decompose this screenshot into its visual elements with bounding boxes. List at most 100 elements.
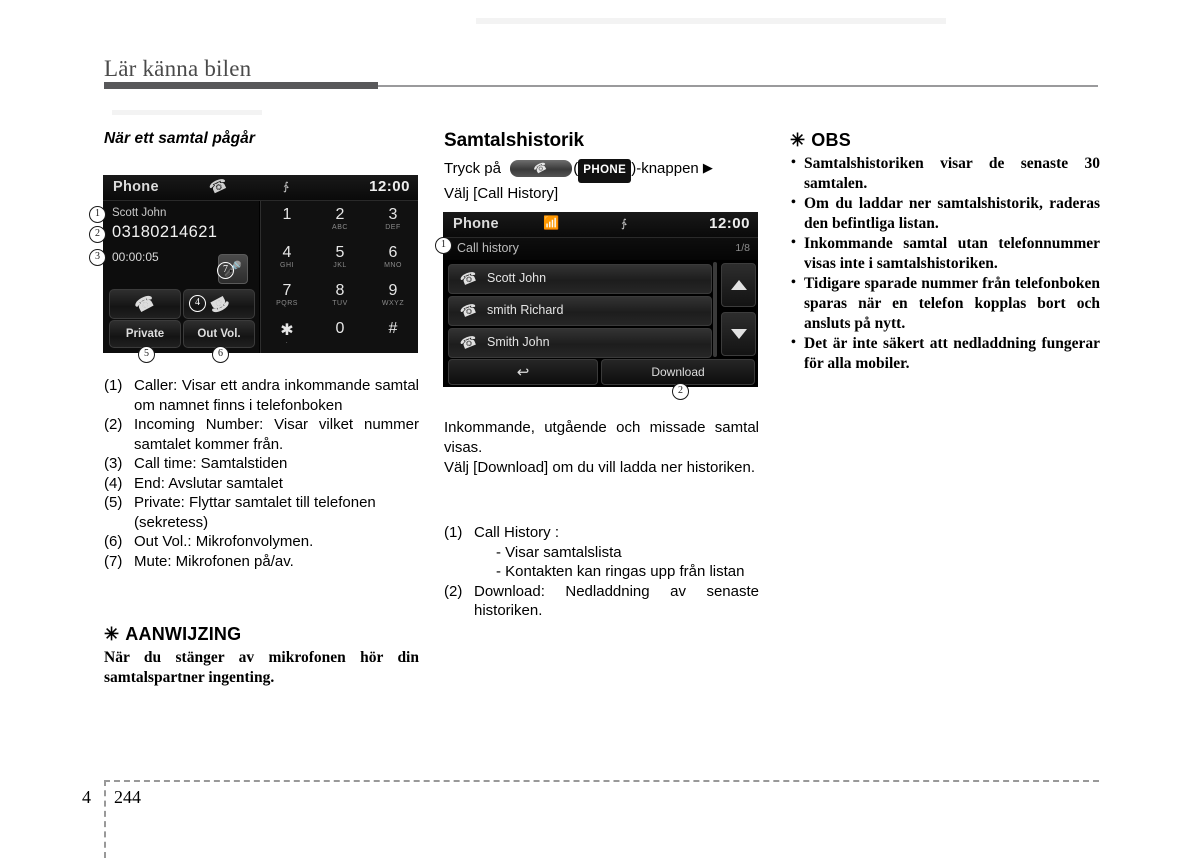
list-item-marker: (2) [444,582,463,600]
screen1-status-bar: Phone ☎ ∱ 12:00 [103,175,418,201]
list-item: (1) Caller: Visar ett andra inkommande s… [104,376,419,415]
scroll-up-icon [730,280,747,290]
header-rule-light [378,85,1098,87]
asterisk-icon: ✳ [104,624,120,644]
usb-icon: ∱ [283,181,289,193]
keypad-digit: 9 [388,282,398,299]
header-rule-dark [104,82,378,89]
list-item: (2) Download: Nedladdning av senaste his… [444,582,759,621]
list-item-text: Call History : [474,524,560,541]
call-history-row[interactable]: ☎ Smith John [448,328,712,358]
keypad-key[interactable]: 3 DEF [367,201,418,239]
keypad-digit: 1 [282,206,292,223]
incoming-call-icon: ☎ [457,331,480,353]
missed-call-icon: ☎ [457,267,480,289]
keypad-sub: MNO [384,262,402,269]
list-item: (4) End: Avslutar samtalet [104,474,419,494]
screen1-incoming-number: 03180214621 [112,223,218,241]
keypad-key[interactable]: 7 PQRS [261,277,313,315]
list-item-text: Caller: Visar ett andra inkommande samta… [134,377,419,414]
aanwijzing-title-text: AANWIJZING [125,624,242,644]
aanwijzing-note-title: ✳ AANWIJZING [104,624,419,645]
bluetooth-icon: 📶 [543,215,560,230]
aanwijzing-note: ✳ AANWIJZING När du stänger av mikrofonen… [104,624,419,688]
screen1-caller-name: Scott John [112,207,167,219]
keypad-digit: # [388,320,398,337]
screen1-keypad[interactable]: 1 2 ABC 3 DEF 4 GHI 5 JKL 6 MNO 7 PQRS 8… [260,201,418,353]
instruction-prefix: Tryck på [444,160,501,177]
keypad-sub: WXYZ [381,300,405,307]
aanwijzing-note-body: När du stänger av mikrofonen hör din sam… [104,649,419,686]
out-vol-button[interactable]: Out Vol. [183,320,255,348]
keypad-key[interactable]: # [367,315,418,353]
numbered-list: (1) Call History : [444,523,759,543]
list-item-text: Call time: Samtalstiden [134,455,288,472]
callout-5: 5 [138,346,155,363]
call-history-screen-image: Phone 📶 ∱ 12:00 Call history 1/8 ☎ Scott… [443,212,758,387]
keypad-key[interactable]: 9 WXYZ [367,277,418,315]
list-item-marker: (4) [104,474,123,492]
arrow-right-icon: ▶ [702,160,713,175]
bullet-icon: • [791,275,796,290]
sub-list-item: - Kontakten kan ringas upp från listan [444,562,759,582]
call-history-row[interactable]: ☎ Scott John [448,264,712,294]
sub-list-marker: - [496,543,501,561]
screen2-subbar: Call history 1/8 [443,238,758,260]
numbered-list: (2) Download: Nedladdning av senaste his… [444,582,759,621]
paragraph: Inkommande, utgående och missade samtal … [444,419,759,456]
keypad-key[interactable]: 5 JKL [314,239,366,277]
private-button[interactable]: Private [109,320,181,348]
footer-page-number: 244 [114,787,141,807]
screen2-app-title: Phone [453,216,499,232]
keypad-key[interactable]: 1 [261,201,313,239]
list-item-text: Mute: Mikrofonen på/av. [134,552,294,570]
sub-list-text: Kontakten kan ringas upp från listan [505,563,745,580]
right-column: ✳ OBS • Samtalshistoriken visar de senast… [790,130,1100,374]
list-item-text: Private: Flyttar samtalet till telefonen… [134,494,376,531]
download-button[interactable]: Download [601,359,755,385]
footer-rule [104,780,1099,782]
keypad-key[interactable]: 6 MNO [367,239,418,277]
list-item-marker: (1) [444,524,463,541]
scroll-up-button[interactable] [721,263,756,307]
callout-2: 2 [672,383,689,400]
obs-bullet-list: • Samtalshistoriken visar de senaste 30 … [790,154,1100,374]
keypad-sub: . [285,338,289,345]
out-vol-button-label: Out Vol. [197,328,241,340]
keypad-key[interactable]: ✱ . [261,315,313,353]
back-button[interactable]: ↩ [448,359,598,385]
call-history-row[interactable]: ☎ smith Richard [448,296,712,326]
keypad-key[interactable]: 8 TUV [314,277,366,315]
scan-artifact [112,110,262,115]
callout-7: 7 [217,262,234,279]
scroll-down-button[interactable] [721,312,756,356]
list-item: (1) Call History : [444,523,759,543]
incoming-call-icon: ☎ [457,299,480,321]
bullet-icon: • [791,335,796,350]
in-call-screen-image: Phone ☎ ∱ 12:00 Scott John 03180214621 0… [103,175,418,353]
bullet-text: Om du laddar ner samtalshistorik, radera… [804,195,1100,232]
list-item: (6) Out Vol.: Mikrofonvolymen. [104,532,419,552]
bullet-item: • Tidigare sparade nummer från telefonbo… [790,274,1100,334]
sub-list-text: Visar samtalslista [505,543,622,561]
scrollbar[interactable] [713,262,717,357]
keypad-key[interactable]: 0 [314,315,366,353]
bullet-item: • Det är inte säkert att nedladdning fun… [790,334,1100,374]
list-item-text: Out Vol.: Mikrofonvolymen. [134,533,314,550]
bullet-text: Det är inte säkert att nedladdning funge… [804,335,1100,372]
keypad-digit: 3 [388,206,398,223]
screen2-status-bar: Phone 📶 ∱ 12:00 [443,212,758,238]
footer-chapter-number: 4 [82,787,91,807]
list-item-marker: (5) [104,494,123,511]
list-item-marker: (2) [104,416,123,433]
list-item-text: Incoming Number: Visar vilket nummer sam… [134,416,419,453]
keypad-digit: 5 [335,244,345,261]
keypad-sub: TUV [332,300,348,307]
middle-column: Samtalshistorik Tryck på ☎(PHONE)-knappe… [444,130,759,204]
answer-call-button[interactable]: ☎ [109,289,181,319]
keypad-key[interactable]: 2 ABC [314,201,366,239]
list-item-text: End: Avslutar samtalet [134,474,283,492]
keypad-sub: DEF [385,224,401,231]
phone-handset-icon[interactable]: ☎ [510,160,573,177]
keypad-key[interactable]: 4 GHI [261,239,313,277]
